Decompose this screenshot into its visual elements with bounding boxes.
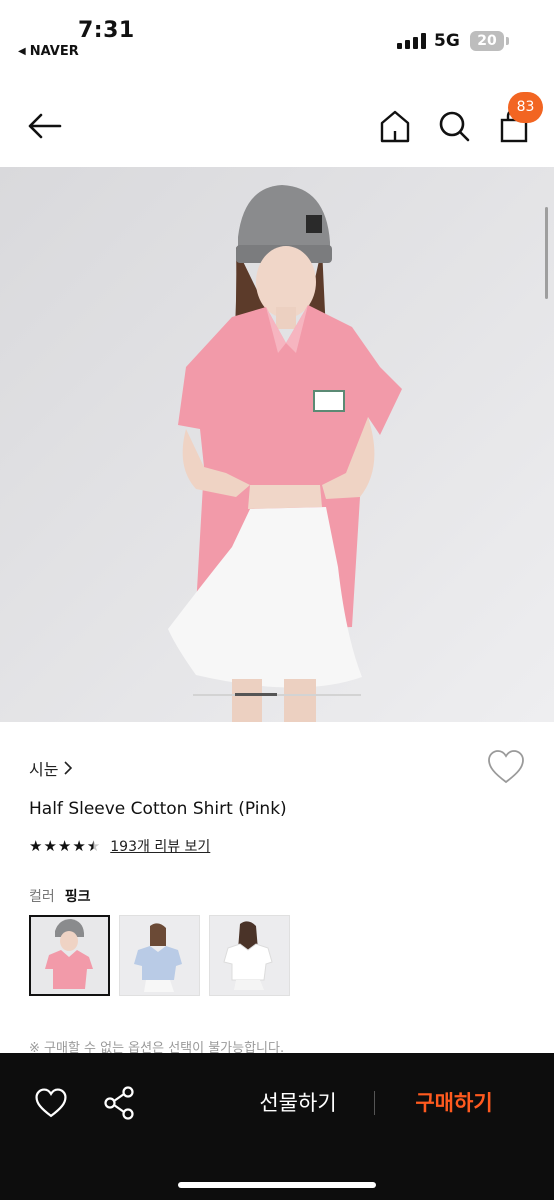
heart-icon <box>35 1088 67 1118</box>
color-option: 컬러 핑크 <box>29 886 91 906</box>
battery-cap <box>506 37 509 45</box>
battery-icon: 20 <box>470 31 504 51</box>
back-to-app-link[interactable]: ◀ NAVER <box>18 44 79 59</box>
app-header <box>0 78 554 168</box>
color-value: 핑크 <box>64 889 91 905</box>
star-icon: ★ <box>72 837 86 855</box>
like-button[interactable] <box>34 1087 68 1121</box>
signal-icon <box>397 33 426 49</box>
back-app-label: NAVER <box>29 44 79 59</box>
star-icon: ★ <box>57 837 72 855</box>
buy-button[interactable]: 구매하기 <box>396 1087 512 1117</box>
network-type: 5G <box>434 31 460 51</box>
home-icon <box>380 110 410 143</box>
image-pager-position <box>235 693 277 696</box>
swatch-white-thumbnail <box>210 916 289 995</box>
swatch-white[interactable] <box>209 915 290 996</box>
search-icon <box>439 111 470 142</box>
gift-button[interactable]: 선물하기 <box>236 1087 360 1117</box>
brand-link[interactable]: 시눈 <box>29 756 73 780</box>
swatch-pink[interactable] <box>29 915 110 996</box>
purchase-bar: 선물하기 구매하기 <box>0 1053 554 1200</box>
share-button[interactable] <box>102 1085 136 1121</box>
product-rating: ★ ★ ★ ★ ★ 193개 리뷰 보기 <box>29 836 210 856</box>
button-divider <box>374 1091 375 1115</box>
model-photo <box>0 167 554 722</box>
rating-stars: ★ ★ ★ ★ ★ <box>29 837 100 855</box>
half-star-icon: ★ <box>86 837 101 855</box>
color-swatches <box>29 915 290 996</box>
heart-icon <box>488 750 524 784</box>
home-indicator[interactable] <box>178 1182 376 1188</box>
status-time: 7:31 <box>78 18 135 43</box>
star-icon: ★ <box>29 837 43 855</box>
product-image[interactable] <box>0 167 554 722</box>
color-label: 컬러 <box>29 889 55 905</box>
search-button[interactable] <box>434 106 474 146</box>
chevron-right-icon <box>64 761 73 775</box>
back-triangle-icon: ◀ <box>18 46 26 57</box>
cart-count-badge: 83 <box>508 92 543 123</box>
star-icon: ★ <box>43 837 57 855</box>
image-pager-track <box>193 694 361 696</box>
swatch-blue-thumbnail <box>120 916 199 995</box>
page-scroll-indicator <box>545 207 548 299</box>
brand-name: 시눈 <box>29 760 59 779</box>
product-title: Half Sleeve Cotton Shirt (Pink) <box>29 799 287 819</box>
share-icon <box>104 1086 134 1120</box>
home-button[interactable] <box>376 106 414 146</box>
swatch-sky-blue[interactable] <box>119 915 200 996</box>
back-button[interactable] <box>24 106 64 146</box>
swatch-pink-thumbnail <box>31 917 108 994</box>
wishlist-button[interactable] <box>486 748 526 788</box>
review-link[interactable]: 193개 리뷰 보기 <box>110 836 210 856</box>
status-bar: 7:31 ◀ NAVER 5G 20 <box>0 0 554 78</box>
back-arrow-icon <box>28 113 62 139</box>
